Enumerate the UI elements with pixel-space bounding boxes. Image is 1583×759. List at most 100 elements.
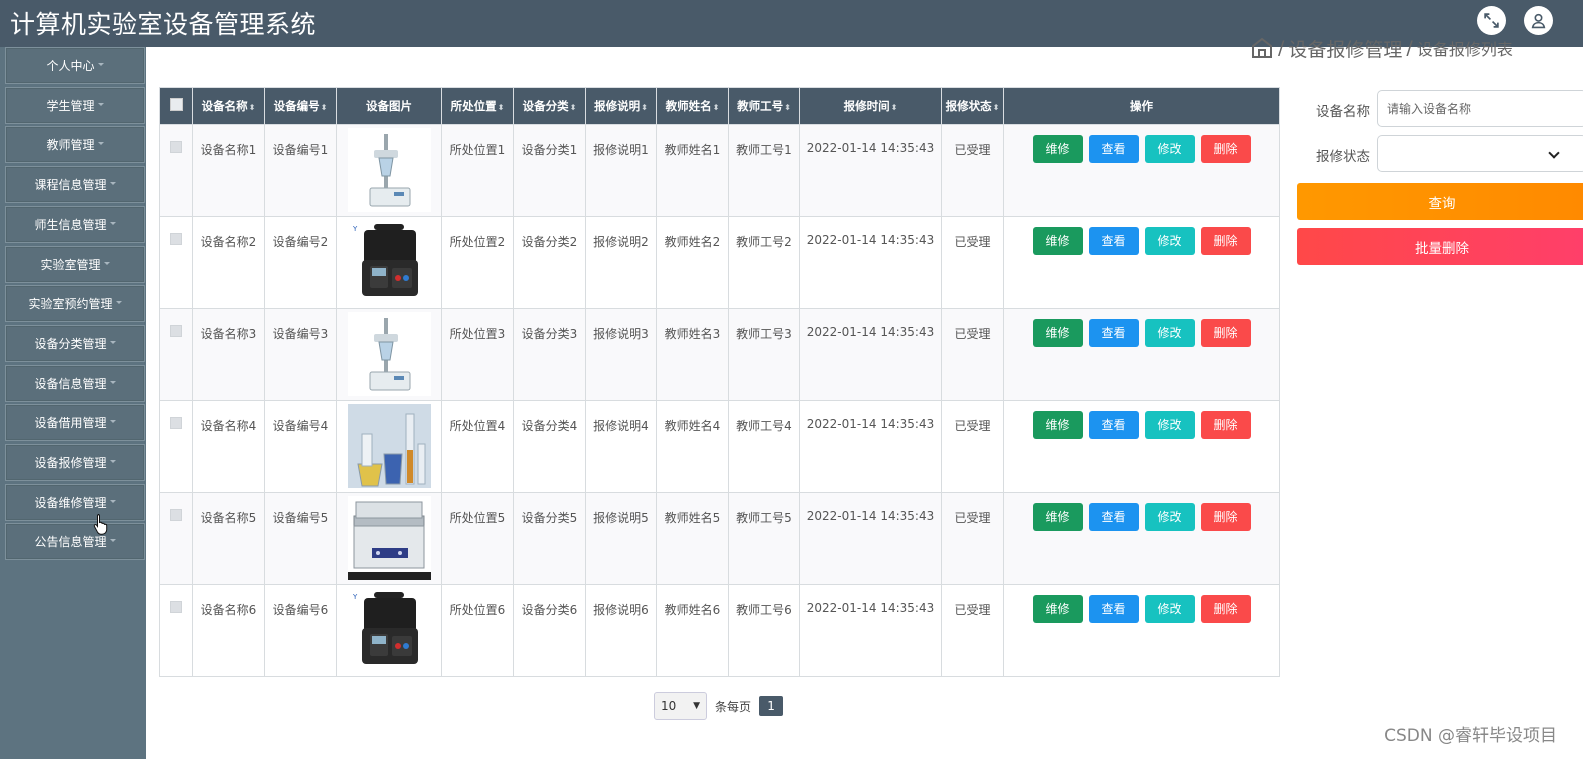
view-button[interactable]: 查看 <box>1088 319 1139 347</box>
cell-teacher: 教师姓名2 <box>656 216 729 309</box>
query-button[interactable]: 查询 <box>1297 183 1583 220</box>
home-icon[interactable] <box>1250 36 1274 60</box>
repair-status-select[interactable] <box>1377 135 1583 172</box>
delete-button[interactable]: 删除 <box>1200 135 1251 163</box>
table-row: 设备名称6 设备编号6 Y 所处位置6 设备分类6 报修说明6 教师姓名6 教师工号6 2022… <box>159 584 1280 677</box>
row-checkbox-cell[interactable] <box>159 400 193 493</box>
sidebar-item[interactable]: 设备报修管理 <box>5 444 145 481</box>
breadcrumb-level1[interactable]: 设备报修管理 <box>1288 36 1402 61</box>
view-button[interactable]: 查看 <box>1088 503 1139 531</box>
cell-category: 设备分类2 <box>513 216 586 309</box>
cell-desc: 报修说明3 <box>585 308 657 401</box>
row-checkbox[interactable] <box>170 601 182 613</box>
repair-button[interactable]: 维修 <box>1032 135 1083 163</box>
cell-status: 已受理 <box>941 584 1004 677</box>
sidebar-item[interactable]: 实验室预约管理 <box>5 285 145 323</box>
sidebar-item[interactable]: 课程信息管理 <box>5 166 145 204</box>
device-image-cell <box>336 124 442 217</box>
caret-down-icon <box>103 261 110 265</box>
sidebar-item[interactable]: 公告信息管理 <box>5 523 145 561</box>
edit-button[interactable]: 修改 <box>1144 319 1195 347</box>
device-image: Y <box>347 220 431 304</box>
repair-button[interactable]: 维修 <box>1032 227 1083 255</box>
cell-time: 2022-01-14 14:35:43 <box>799 308 942 401</box>
column-header[interactable]: 设备编号⬍ <box>264 87 337 125</box>
sidebar-item[interactable]: 实验室管理 <box>5 245 145 283</box>
actions-cell: 维修 查看 修改 删除 <box>1003 308 1280 401</box>
repair-button[interactable]: 维修 <box>1032 319 1083 347</box>
column-header[interactable]: 报修说明⬍ <box>585 87 657 125</box>
cell-teacher: 教师姓名4 <box>656 400 729 493</box>
sidebar-item[interactable]: 设备分类管理 <box>5 324 145 362</box>
cell-category: 设备分类4 <box>513 400 586 493</box>
select-all-checkbox-cell[interactable] <box>159 87 193 125</box>
sidebar-item[interactable]: 学生管理 <box>5 86 145 124</box>
device-image-cell <box>336 400 442 493</box>
row-checkbox[interactable] <box>170 233 182 245</box>
sidebar-item-label: 学生管理 <box>46 98 95 113</box>
column-header[interactable]: 所处位置⬍ <box>441 87 514 125</box>
edit-button[interactable]: 修改 <box>1144 595 1195 623</box>
row-checkbox[interactable] <box>170 509 182 521</box>
sort-icon: ⬍ <box>784 103 791 112</box>
column-header[interactable]: 教师姓名⬍ <box>656 87 729 125</box>
column-header[interactable]: 教师工号⬍ <box>728 87 800 125</box>
view-button[interactable]: 查看 <box>1088 411 1139 439</box>
view-button[interactable]: 查看 <box>1088 135 1139 163</box>
chevron-down-icon <box>1548 147 1560 159</box>
delete-button[interactable]: 删除 <box>1200 595 1251 623</box>
batch-delete-button[interactable]: 批量删除 <box>1297 228 1583 265</box>
row-checkbox-cell[interactable] <box>159 492 193 585</box>
row-checkbox-cell[interactable] <box>159 124 193 217</box>
user-icon <box>1531 13 1546 29</box>
delete-button[interactable]: 删除 <box>1200 319 1251 347</box>
edit-button[interactable]: 修改 <box>1144 227 1195 255</box>
delete-button[interactable]: 删除 <box>1200 227 1251 255</box>
sidebar-item[interactable]: 设备信息管理 <box>5 364 145 402</box>
expand-icon <box>1484 13 1499 28</box>
device-image-cell <box>336 492 442 585</box>
row-checkbox-cell[interactable] <box>159 308 193 401</box>
sidebar-item[interactable]: 个人中心 <box>5 47 145 84</box>
user-menu-button[interactable] <box>1524 6 1553 35</box>
sidebar-item[interactable]: 教师管理 <box>5 126 145 164</box>
page-size-select[interactable]: 10 ▼ <box>654 692 707 720</box>
repair-button[interactable]: 维修 <box>1032 411 1083 439</box>
column-header[interactable]: 设备名称⬍ <box>192 87 265 125</box>
select-all-checkbox[interactable] <box>169 98 183 111</box>
row-checkbox[interactable] <box>170 325 182 337</box>
page-number-button[interactable]: 1 <box>759 696 784 716</box>
edit-button[interactable]: 修改 <box>1144 411 1195 439</box>
edit-button[interactable]: 修改 <box>1144 503 1195 531</box>
table-header-row: 设备名称⬍ 设备编号⬍ 设备图片 所处位置⬍ 设备分类⬍ 报修说明⬍ 教师姓名⬍… <box>159 87 1280 125</box>
sidebar-item-label: 教师管理 <box>46 138 95 153</box>
view-button[interactable]: 查看 <box>1088 595 1139 623</box>
fullscreen-button[interactable] <box>1477 6 1506 35</box>
column-header[interactable]: 报修时间⬍ <box>799 87 942 125</box>
column-header[interactable]: 设备分类⬍ <box>513 87 586 125</box>
cell-status: 已受理 <box>941 400 1004 493</box>
cell-teacher_no: 教师工号3 <box>728 308 800 401</box>
device-name-input[interactable] <box>1377 90 1583 127</box>
row-checkbox-cell[interactable] <box>159 584 193 677</box>
view-button[interactable]: 查看 <box>1088 227 1139 255</box>
cell-desc: 报修说明1 <box>585 124 657 217</box>
edit-button[interactable]: 修改 <box>1144 135 1195 163</box>
repair-button[interactable]: 维修 <box>1032 503 1083 531</box>
column-header[interactable]: 报修状态⬍ <box>941 87 1004 125</box>
row-checkbox[interactable] <box>170 141 182 153</box>
breadcrumb-separator: / <box>1278 37 1285 59</box>
delete-button[interactable]: 删除 <box>1200 411 1251 439</box>
row-checkbox[interactable] <box>170 417 182 429</box>
row-checkbox-cell[interactable] <box>159 216 193 309</box>
sidebar-item[interactable]: 设备借用管理 <box>5 404 145 442</box>
sidebar-item[interactable]: 设备维修管理 <box>5 483 145 521</box>
device-image <box>347 404 431 488</box>
sidebar-item[interactable]: 师生信息管理 <box>5 205 145 243</box>
delete-button[interactable]: 删除 <box>1200 503 1251 531</box>
per-page-label: 条每页 <box>715 699 752 714</box>
cell-location: 所处位置1 <box>441 124 514 217</box>
repair-button[interactable]: 维修 <box>1032 595 1083 623</box>
cell-name: 设备名称2 <box>192 216 265 309</box>
table-row: 设备名称2 设备编号2 Y 所处位置2 设备分类2 报修说明2 教师姓名2 教师工号2 2022… <box>159 216 1280 309</box>
